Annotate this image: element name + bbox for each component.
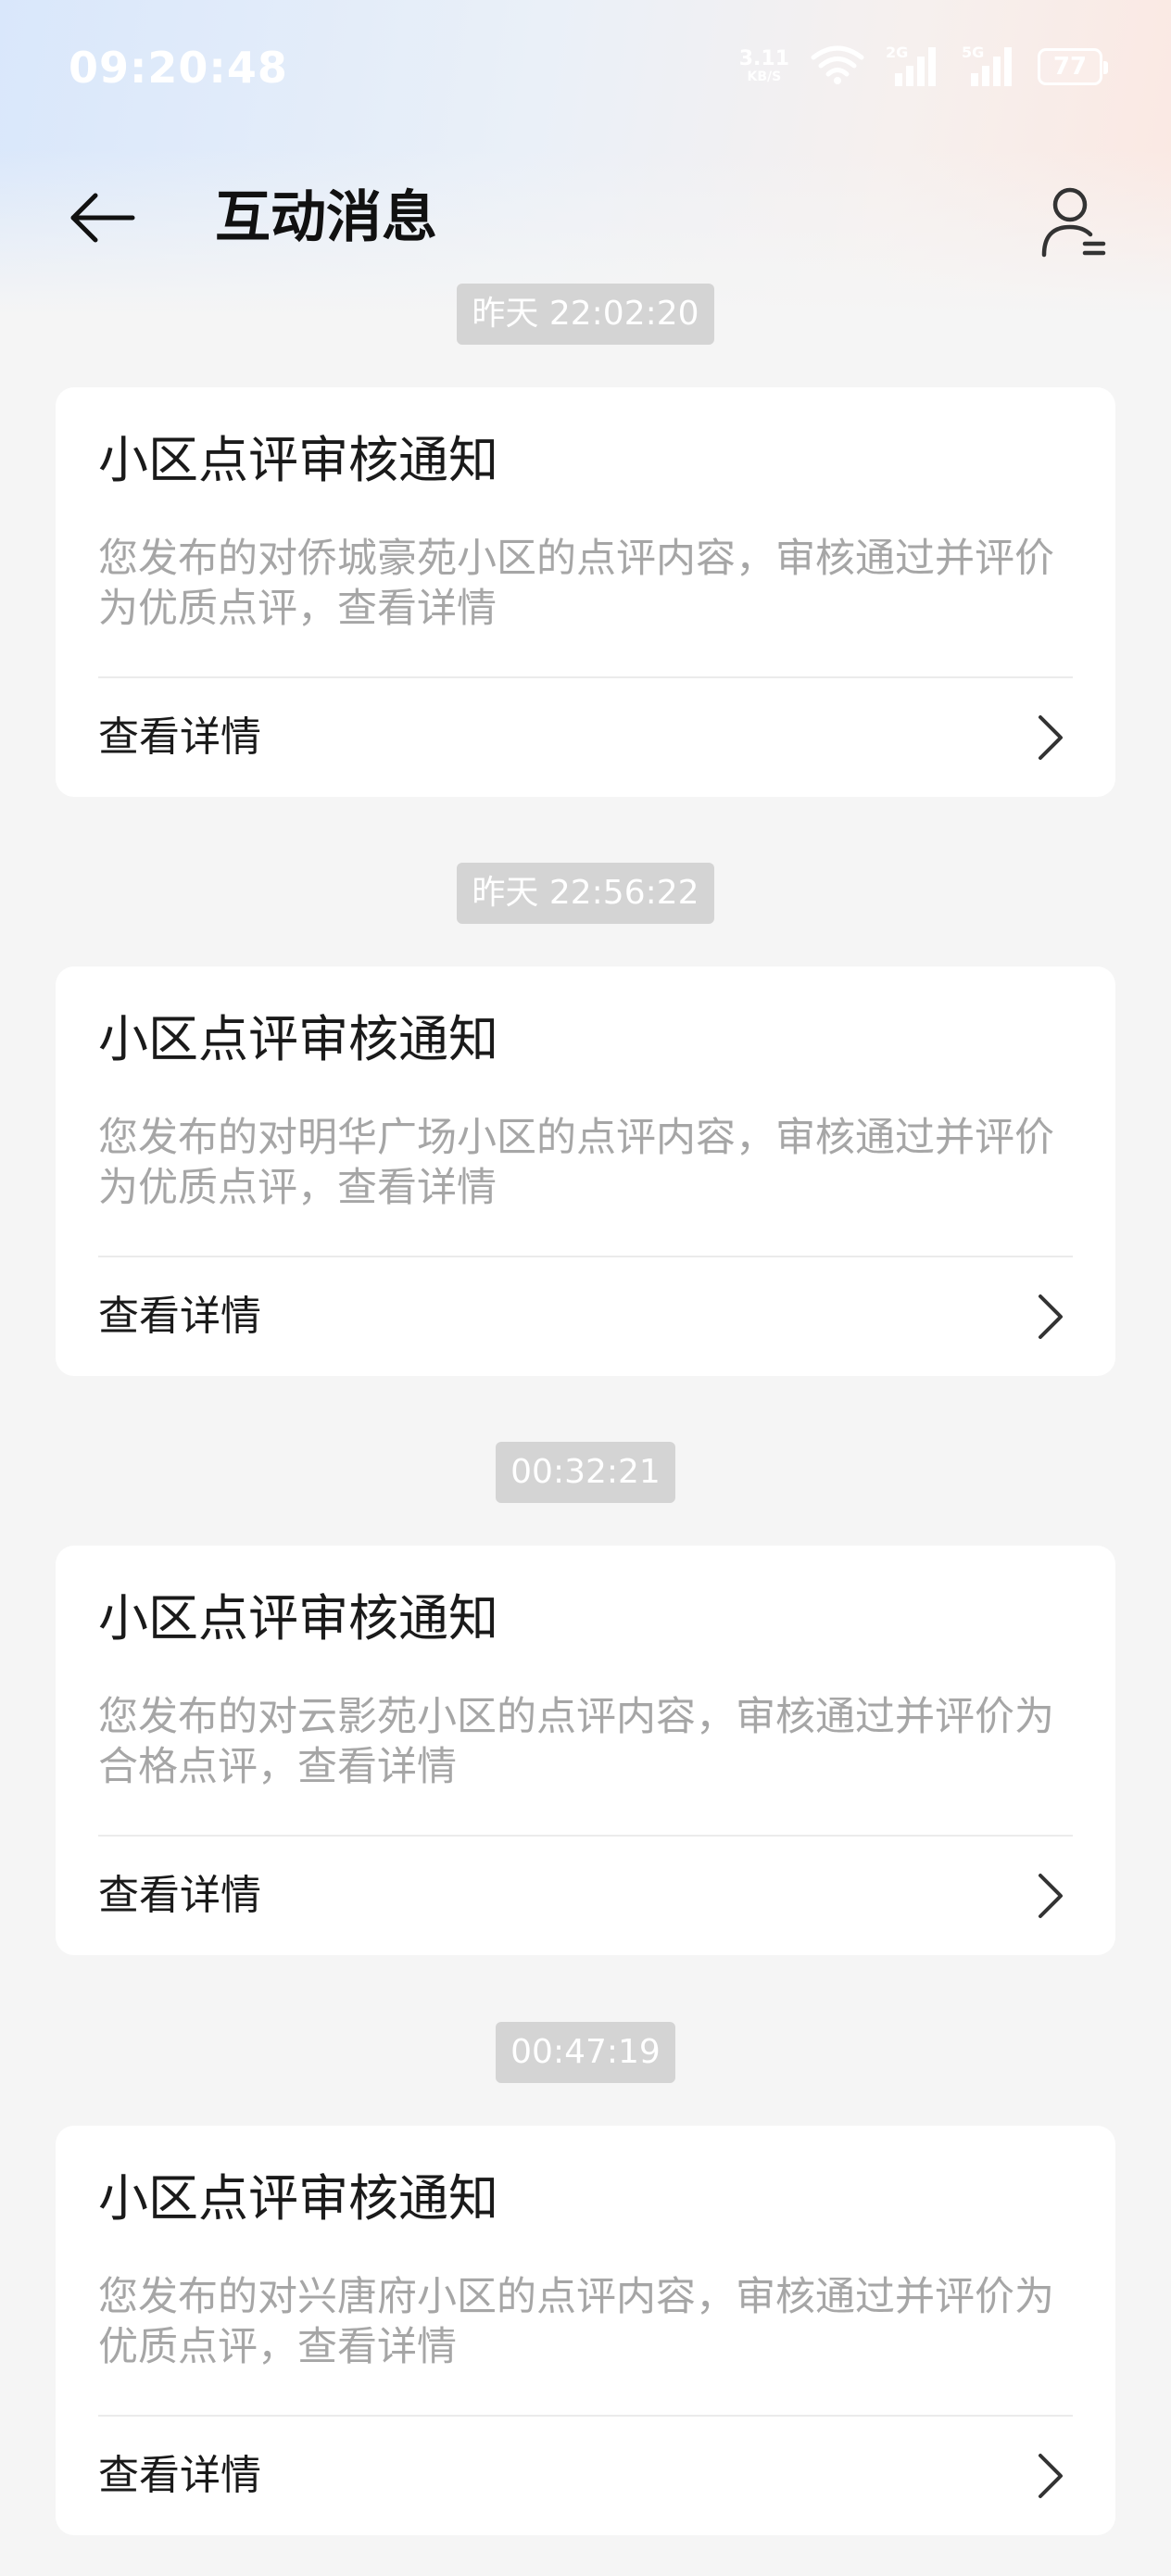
message-card: 小区点评审核通知 您发布的对侨城豪苑小区的点评内容，审核通过并评价为优质点评，查… bbox=[56, 387, 1115, 797]
status-time: 09:20:48 bbox=[69, 43, 288, 93]
message-timestamp: 00:47:19 bbox=[0, 2022, 1171, 2083]
timestamp-label: 昨天 22:56:22 bbox=[457, 863, 714, 924]
view-details-link[interactable]: 查看详情 bbox=[56, 678, 1115, 797]
view-details-label: 查看详情 bbox=[98, 1293, 261, 1340]
timestamp-label: 00:32:21 bbox=[496, 1442, 675, 1503]
view-details-link[interactable]: 查看详情 bbox=[56, 1257, 1115, 1376]
card-title: 小区点评审核通知 bbox=[98, 1010, 498, 1068]
message-card: 小区点评审核通知 您发布的对明华广场小区的点评内容，审核通过并评价为优质点评，查… bbox=[56, 966, 1115, 1376]
wifi-icon bbox=[810, 44, 865, 89]
card-title: 小区点评审核通知 bbox=[98, 431, 498, 489]
card-description: 您发布的对侨城豪苑小区的点评内容，审核通过并评价为优质点评，查看详情 bbox=[98, 536, 1054, 632]
chevron-right-icon bbox=[1023, 1868, 1078, 1924]
view-details-link[interactable]: 查看详情 bbox=[56, 1837, 1115, 1955]
network-speed-value: 3.11 bbox=[738, 47, 789, 70]
card-description: 您发布的对兴唐府小区的点评内容，审核通过并评价为优质点评，查看详情 bbox=[98, 2274, 1054, 2370]
card-title: 小区点评审核通知 bbox=[98, 2169, 498, 2228]
arrow-left-icon bbox=[70, 193, 135, 243]
battery-icon: 77 bbox=[1038, 48, 1108, 85]
card-description: 您发布的对明华广场小区的点评内容，审核通过并评价为优质点评，查看详情 bbox=[98, 1115, 1054, 1211]
battery-level: 77 bbox=[1052, 53, 1088, 81]
page-title: 互动消息 bbox=[215, 185, 437, 250]
user-settings-icon bbox=[1041, 187, 1106, 258]
status-bar: 09:20:48 3.11 KB/S 2G 5G 77 bbox=[0, 0, 1171, 139]
card-description: 您发布的对云影苑小区的点评内容，审核通过并评价为合格点评，查看详情 bbox=[98, 1694, 1054, 1790]
card-title: 小区点评审核通知 bbox=[98, 1589, 498, 1648]
chevron-right-icon bbox=[1023, 710, 1078, 765]
cellular-signal-icon: 2G bbox=[886, 44, 941, 88]
back-button[interactable] bbox=[65, 185, 139, 250]
message-card: 小区点评审核通知 您发布的对兴唐府小区的点评内容，审核通过并评价为优质点评，查看… bbox=[56, 2126, 1115, 2535]
view-details-link[interactable]: 查看详情 bbox=[56, 2417, 1115, 2535]
chevron-right-icon bbox=[1023, 2448, 1078, 2504]
timestamp-label: 昨天 22:02:20 bbox=[457, 284, 714, 345]
cellular-signal-icon: 5G bbox=[962, 44, 1017, 88]
view-details-label: 查看详情 bbox=[98, 1872, 261, 1919]
app-header: 互动消息 bbox=[0, 167, 1171, 269]
network-speed-unit: KB/S bbox=[747, 69, 782, 84]
message-timestamp: 00:32:21 bbox=[0, 1442, 1171, 1503]
message-timestamp: 昨天 22:56:22 bbox=[0, 863, 1171, 924]
view-details-label: 查看详情 bbox=[98, 2452, 261, 2499]
status-icons: 3.11 KB/S 2G 5G 77 bbox=[738, 44, 1108, 89]
message-card: 小区点评审核通知 您发布的对云影苑小区的点评内容，审核通过并评价为合格点评，查看… bbox=[56, 1546, 1115, 1955]
message-timestamp: 昨天 22:02:20 bbox=[0, 284, 1171, 345]
network-speed: 3.11 KB/S bbox=[738, 47, 789, 85]
timestamp-label: 00:47:19 bbox=[496, 2022, 675, 2083]
chevron-right-icon bbox=[1023, 1289, 1078, 1345]
view-details-label: 查看详情 bbox=[98, 713, 261, 761]
profile-button[interactable] bbox=[1032, 180, 1115, 263]
